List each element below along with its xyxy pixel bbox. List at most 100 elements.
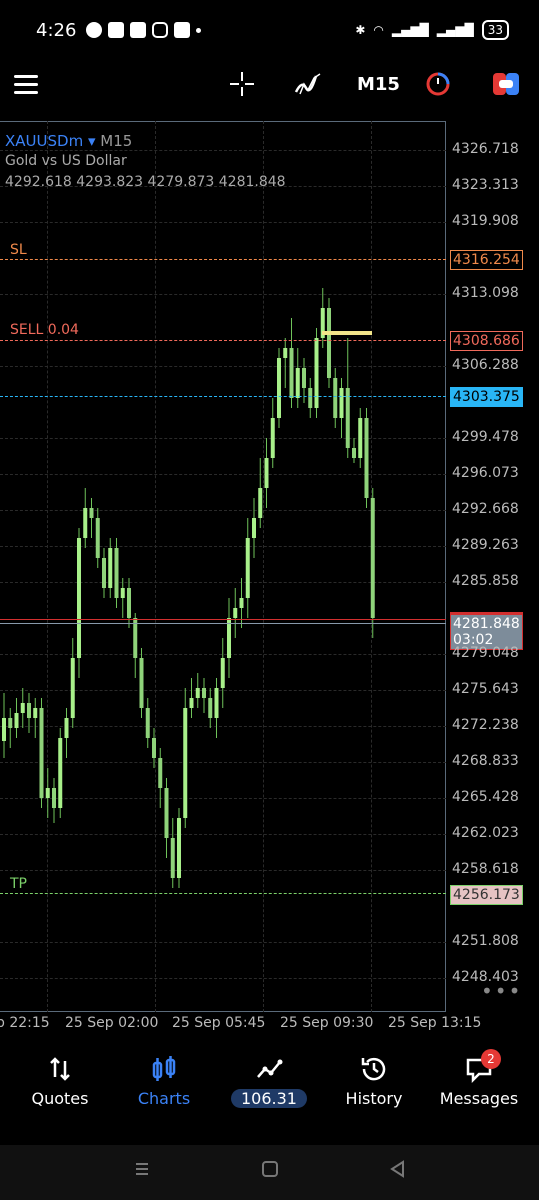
ellipsis-icon[interactable]: ••• — [481, 979, 522, 1003]
indicators-icon[interactable] — [294, 70, 322, 98]
dot-icon — [196, 28, 201, 33]
tab-messages[interactable]: 2 Messages — [429, 1049, 529, 1108]
candle-body — [120, 588, 125, 598]
sl-price: 4316.254 — [450, 250, 523, 270]
tp-line[interactable] — [0, 893, 446, 894]
sl-line[interactable] — [0, 259, 446, 260]
price-axis-label: 4306.288 — [452, 357, 519, 373]
tp-price: 4256.173 — [450, 885, 523, 905]
battery-indicator: 33 — [481, 20, 509, 40]
messages-icon: 2 — [465, 1049, 501, 1084]
trade-line-icon — [255, 1055, 283, 1083]
time-label: 25 Sep 13:15 — [388, 1015, 482, 1031]
candle-body — [214, 688, 219, 718]
notification-icons — [86, 22, 201, 38]
candle-body — [58, 738, 63, 808]
sell-price: 4308.686 — [450, 331, 523, 351]
trade-icon[interactable] — [493, 73, 519, 95]
candle-body — [83, 508, 88, 538]
time-label: 25 Sep 05:45 — [172, 1015, 266, 1031]
tab-trade[interactable]: 106.31 — [219, 1055, 319, 1108]
candle-body — [14, 713, 19, 728]
candle-body — [370, 498, 375, 618]
price-axis-label: 4258.618 — [452, 861, 519, 877]
candle-body — [220, 658, 225, 688]
tab-quotes[interactable]: Quotes — [10, 1055, 110, 1108]
candle-body — [20, 703, 25, 713]
candle-body — [189, 698, 194, 708]
candle-body — [270, 418, 275, 458]
candle-body — [227, 618, 231, 658]
candle-body — [233, 608, 238, 618]
price-axis-label: 4285.858 — [452, 573, 519, 589]
menu-icon[interactable] — [14, 75, 38, 95]
candle-body — [152, 738, 156, 758]
price-axis-label: 4296.073 — [452, 465, 519, 481]
tab-history-label: History — [345, 1089, 403, 1108]
sort-arrows-icon — [46, 1055, 74, 1083]
candle-body — [308, 388, 313, 408]
system-nav-bar — [0, 1145, 539, 1200]
price-chart[interactable]: XAUUSDm ▾ M15 Gold vs US Dollar 4292.618… — [0, 118, 539, 1035]
price-axis-label: 4262.023 — [452, 825, 519, 841]
status-bar: 4:26 ✱ ◠ ▂▄▆█ ▂▄▆█ 33 — [0, 0, 539, 60]
candle-body — [89, 508, 94, 518]
candle-body — [39, 708, 44, 798]
candles-icon — [150, 1055, 178, 1083]
price-axis-label: 4292.668 — [452, 501, 519, 517]
sell-line[interactable] — [0, 340, 446, 341]
youtube-icon — [174, 22, 190, 38]
signal-icon: ▂▄▆█ — [391, 23, 429, 37]
ask-line — [0, 623, 446, 624]
price-axis-label: 4326.718 — [452, 141, 519, 157]
candle-body — [264, 458, 269, 488]
candle-body — [352, 448, 356, 458]
youtube-icon — [130, 22, 146, 38]
status-right: ✱ ◠ ▂▄▆█ ▂▄▆█ 33 — [355, 20, 509, 40]
candle-body — [8, 718, 13, 728]
candle-body — [2, 718, 6, 741]
candle-body — [114, 548, 119, 598]
price-axis-label: 4323.313 — [452, 177, 519, 193]
candle-body — [245, 538, 250, 598]
candle-body — [283, 348, 288, 358]
candle-body — [45, 788, 50, 798]
signal-icon: ▂▄▆█ — [436, 23, 474, 37]
candle-body — [295, 368, 300, 398]
back-icon[interactable] — [388, 1159, 408, 1179]
time-label: p 22:15 — [0, 1015, 50, 1031]
candle-body — [158, 758, 163, 788]
clock-icon[interactable] — [426, 72, 450, 96]
price-axis-label: 4275.643 — [452, 681, 519, 697]
entry-marker — [322, 331, 372, 335]
price-axis-label: 4279.048 — [452, 645, 519, 661]
candle-body — [258, 488, 263, 518]
candle-body — [345, 388, 350, 448]
candle-body — [183, 708, 188, 818]
candle-body — [277, 358, 281, 418]
candle-body — [314, 338, 319, 408]
candle-body — [170, 838, 175, 878]
recents-icon[interactable] — [132, 1159, 152, 1179]
candle-body — [127, 588, 131, 618]
candle-body — [145, 708, 150, 738]
bottom-tab-bar: Quotes Charts 106.31 History 2 Messages — [0, 1035, 539, 1145]
candle-body — [64, 718, 69, 738]
candle-body — [33, 708, 38, 718]
timeframe-button[interactable]: M15 — [357, 74, 400, 95]
tab-history[interactable]: History — [324, 1055, 424, 1108]
candle-body — [108, 548, 113, 588]
instagram-icon — [152, 22, 168, 38]
time-label: 25 Sep 02:00 — [65, 1015, 159, 1031]
crosshair-icon[interactable] — [229, 71, 255, 97]
candle-body — [102, 558, 106, 588]
price-axis-label: 4313.098 — [452, 285, 519, 301]
home-icon[interactable] — [260, 1159, 280, 1179]
candle-body — [164, 788, 169, 838]
price-axis-label: 4289.263 — [452, 537, 519, 553]
candle-body — [327, 308, 331, 378]
candle-body — [289, 348, 294, 398]
candle-body — [302, 368, 306, 388]
tab-charts[interactable]: Charts — [114, 1055, 214, 1108]
candle-body — [52, 788, 56, 808]
